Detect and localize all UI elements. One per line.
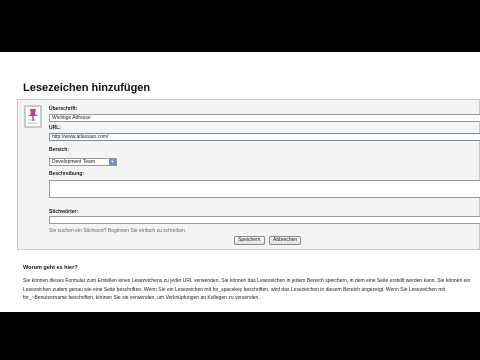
cancel-button[interactable]: Abbrechen (269, 236, 302, 245)
url-label: URL: (49, 125, 61, 131)
help-paragraph: Sie können dieses Formular zum Erstellen… (23, 278, 471, 301)
area-label: Bereich: (49, 147, 70, 153)
keywords-hint: Sie suchen ein Stichwort? Beginnen Sie e… (49, 228, 187, 234)
page-title: Lesezeichen hinzufügen (23, 82, 151, 94)
help-heading: Worum geht es hier? (23, 265, 78, 271)
title-input[interactable]: Wichtige Adresse (49, 114, 480, 122)
area-select[interactable]: Development Team ▼ (49, 158, 117, 166)
url-input[interactable]: http://www.atlassian.com/ (49, 133, 480, 141)
description-textarea[interactable] (49, 180, 480, 198)
chevron-down-icon: ▼ (109, 159, 116, 165)
page-content: Lesezeichen hinzufügen Überschrift: Wich… (0, 52, 480, 312)
bookmark-pushpin-icon (24, 105, 44, 129)
keywords-label: Stichwörter: (49, 209, 79, 215)
bookmark-form: Überschrift: Wichtige Adresse URL: http:… (17, 99, 480, 250)
area-select-value: Development Team (52, 159, 95, 165)
save-button[interactable]: Speichern (234, 236, 265, 245)
description-label: Beschreibung: (49, 171, 85, 177)
keywords-input[interactable] (49, 216, 480, 224)
title-label: Überschrift: (49, 106, 78, 112)
